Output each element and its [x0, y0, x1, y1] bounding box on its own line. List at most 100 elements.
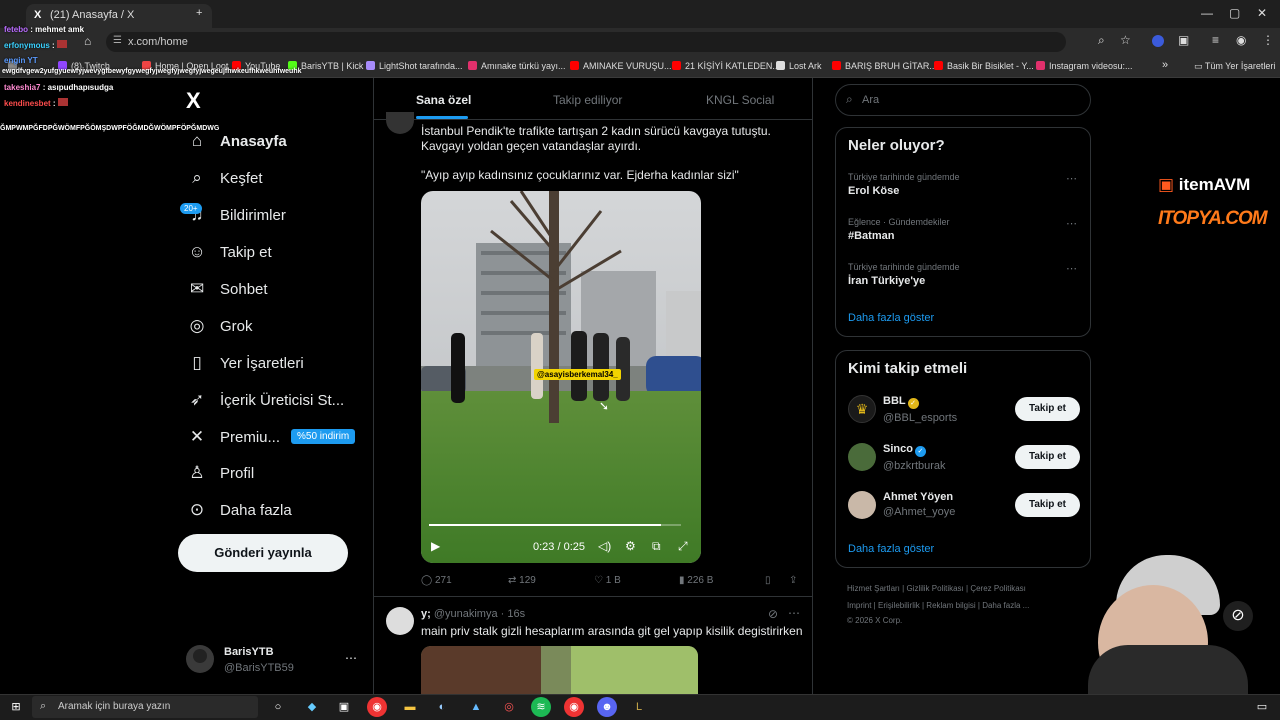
tweet-author[interactable]: y;: [421, 608, 431, 620]
trend-more-icon[interactable]: ⋯: [1066, 217, 1077, 230]
maximize-icon[interactable]: ▢: [1229, 6, 1240, 20]
footer-link[interactable]: Erişilebilirlik: [878, 601, 920, 610]
star-icon[interactable]: ☆: [1120, 33, 1131, 47]
profile-avatar-icon[interactable]: ◉: [1236, 33, 1246, 47]
nav-item-follow[interactable]: ☺ Takip et: [186, 242, 271, 262]
spotify-icon[interactable]: ≋: [531, 697, 551, 717]
minimize-icon[interactable]: —: [1201, 6, 1213, 20]
trend-more-icon[interactable]: ⋯: [1066, 262, 1077, 275]
site-info-icon[interactable]: ☰: [113, 35, 122, 46]
tab-following[interactable]: Takip ediliyor: [553, 93, 622, 107]
taskbar-search-input[interactable]: ⌕ Aramak için buraya yazın: [32, 696, 258, 718]
views-button[interactable]: ▮ 226 B: [679, 575, 713, 586]
x-logo-icon[interactable]: X: [186, 88, 201, 114]
nav-item-creator-studio[interactable]: ➶ İçerik Üreticisi St...: [186, 390, 344, 410]
app-icon[interactable]: ▲: [466, 697, 486, 717]
repost-button[interactable]: ⇄ 129: [508, 575, 536, 586]
play-icon[interactable]: ▶: [431, 539, 440, 553]
grok-icon[interactable]: ⊘: [1223, 601, 1253, 631]
discord-icon[interactable]: ☻: [597, 697, 617, 717]
bookmark-item[interactable]: Amınake türkü yayı...: [468, 61, 566, 71]
follow-suggestion[interactable]: Ahmet Yöyen @Ahmet_yoye: [883, 491, 955, 518]
nav-item-grok[interactable]: ◎ Grok: [186, 316, 253, 336]
more-bookmarks-icon[interactable]: »: [1162, 59, 1168, 71]
notification-icon[interactable]: ▭: [1252, 697, 1272, 717]
grok-icon[interactable]: ⊘: [768, 607, 778, 621]
trend-item[interactable]: Eğlence · Gündemdekiler #Batman: [848, 217, 950, 242]
follow-suggestion[interactable]: BBL ✓ @BBL_esports: [883, 395, 957, 424]
follow-suggestion[interactable]: Sinco ✓ @bzkrtburak: [883, 443, 946, 472]
trends-show-more[interactable]: Daha fazla göster: [848, 312, 934, 324]
tweet-image[interactable]: [421, 646, 698, 694]
address-bar[interactable]: ☰ x.com/home: [106, 32, 1066, 52]
extension-icon[interactable]: [1152, 35, 1164, 47]
bookmark-button[interactable]: ▯: [765, 575, 771, 586]
home-icon[interactable]: ⌂: [84, 34, 91, 48]
like-button[interactable]: ♡ 1 B: [594, 575, 621, 586]
pip-icon[interactable]: ⧉: [652, 539, 661, 554]
trend-item[interactable]: Türkiye tarihinde gündemde Erol Köse: [848, 172, 960, 197]
bookmark-item[interactable]: LightShot tarafında...: [366, 61, 463, 71]
bookmark-item[interactable]: BARIŞ BRUH GİTAR...: [832, 61, 937, 71]
tweet-time[interactable]: 16s: [507, 608, 525, 620]
new-tab-button[interactable]: +: [196, 7, 202, 19]
follow-show-more[interactable]: Daha fazla göster: [848, 543, 934, 555]
nav-item-explore[interactable]: ⌕ Keşfet: [186, 168, 262, 188]
footer-link[interactable]: Gizlilik Politikası: [906, 584, 963, 593]
avatar[interactable]: [386, 112, 414, 134]
video-progress-bar[interactable]: [429, 524, 681, 526]
file-explorer-icon[interactable]: ▬: [400, 697, 420, 717]
nav-item-premium[interactable]: ✕ Premiu...: [186, 427, 280, 447]
steam-icon[interactable]: ◐: [432, 697, 452, 717]
menu-icon[interactable]: ⋮: [1262, 33, 1274, 47]
fullscreen-icon[interactable]: ⤢: [678, 539, 688, 554]
nav-item-more[interactable]: ⊙ Daha fazla: [186, 500, 292, 520]
all-bookmarks[interactable]: ▭ Tüm Yer İşaretleri: [1194, 61, 1275, 72]
app-icon[interactable]: ◎: [499, 697, 519, 717]
footer-link[interactable]: Imprint: [847, 601, 871, 610]
more-options-icon[interactable]: ⋯: [788, 606, 800, 620]
trend-item[interactable]: Türkiye tarihinde gündemde İran Türkiye'y…: [848, 262, 960, 287]
nav-item-home[interactable]: ⌂ Anasayfa: [186, 131, 287, 151]
zoom-icon[interactable]: ⌕: [1098, 33, 1105, 48]
settings-gear-icon[interactable]: ⚙: [625, 539, 636, 553]
close-window-icon[interactable]: ✕: [1257, 6, 1267, 20]
app-icon[interactable]: ◆: [302, 697, 322, 717]
nav-item-chat[interactable]: ✉ Sohbet: [186, 279, 268, 299]
avatar[interactable]: [186, 645, 214, 673]
league-icon[interactable]: L: [629, 697, 649, 717]
bookmark-item[interactable]: Basik Bir Bisiklet - Y...: [934, 61, 1034, 71]
chrome-icon[interactable]: ◉: [564, 697, 584, 717]
avatar[interactable]: [848, 443, 876, 471]
footer-link[interactable]: Çerez Politikası: [970, 584, 1026, 593]
account-menu-icon[interactable]: ⋯: [345, 651, 357, 665]
puzzle-icon[interactable]: ▣: [1178, 33, 1189, 47]
follow-button[interactable]: Takip et: [1015, 445, 1080, 469]
bookmark-item[interactable]: Instagram videosu:...: [1036, 61, 1133, 71]
follow-button[interactable]: Takip et: [1015, 493, 1080, 517]
share-button[interactable]: ⇪: [789, 575, 797, 586]
tab-kngl-social[interactable]: KNGL Social: [706, 93, 774, 107]
reply-button[interactable]: ◯ 271: [421, 575, 452, 586]
tab-for-you[interactable]: Sana özel: [416, 93, 471, 107]
volume-icon[interactable]: ◁): [598, 539, 611, 553]
bookmark-item[interactable]: AMINAKE VURUŞU...: [570, 61, 672, 71]
cortana-icon[interactable]: ○: [268, 697, 288, 717]
footer-link[interactable]: Reklam bilgisi: [926, 601, 975, 610]
avatar[interactable]: [386, 607, 414, 635]
nav-item-profile[interactable]: ♙ Profil: [186, 463, 254, 483]
media-icon[interactable]: ≡: [1212, 33, 1219, 47]
footer-link[interactable]: Daha fazla ...: [982, 601, 1029, 610]
tweet-video[interactable]: @asayisberkemal34_ ➘ ▶ 0:23 / 0:25 ◁) ⚙ …: [421, 191, 701, 563]
avatar[interactable]: [848, 491, 876, 519]
bookmark-item[interactable]: 21 KİŞİYİ KATLEDEN...: [672, 61, 780, 71]
bookmark-item[interactable]: Lost Ark: [776, 61, 822, 71]
tweet-handle[interactable]: @yunakimya: [434, 608, 498, 620]
trend-more-icon[interactable]: ⋯: [1066, 172, 1077, 185]
post-button[interactable]: Gönderi yayınla: [178, 534, 348, 572]
chrome-icon[interactable]: ◉: [367, 697, 387, 717]
footer-link[interactable]: Hizmet Şartları: [847, 584, 900, 593]
search-input[interactable]: ⌕ Ara: [835, 84, 1091, 116]
avatar[interactable]: ♛: [848, 395, 876, 423]
nav-item-bookmarks[interactable]: ▯ Yer İşaretleri: [186, 353, 303, 373]
